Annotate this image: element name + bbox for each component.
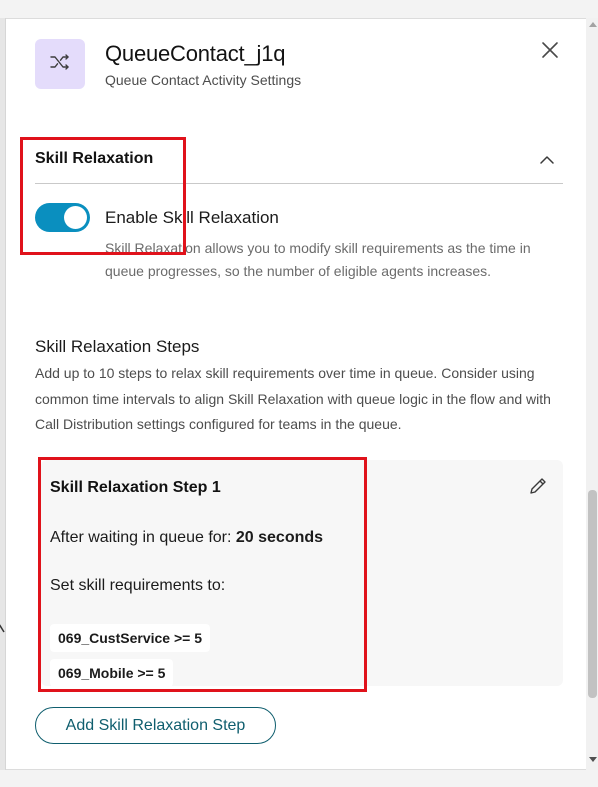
settings-panel: QueueContact_j1q Queue Contact Activity …	[6, 18, 586, 770]
scroll-down-arrow-icon[interactable]	[589, 757, 597, 762]
shuffle-icon	[48, 50, 72, 79]
activity-icon-tile	[35, 39, 85, 89]
enable-skill-relaxation-toggle[interactable]	[35, 203, 90, 232]
edit-step-button[interactable]	[527, 475, 549, 497]
steps-heading: Skill Relaxation Steps	[35, 337, 200, 356]
skill-requirement-tag: 069_CustService >= 5	[50, 624, 210, 652]
collapse-section-button[interactable]	[538, 153, 556, 167]
add-skill-relaxation-step-button[interactable]: Add Skill Relaxation Step	[35, 707, 276, 744]
scrollbar-thumb[interactable]	[588, 490, 597, 698]
wait-time-line: After waiting in queue for: 20 seconds	[50, 529, 323, 547]
skill-requirement-tag: 069_Mobile >= 5	[50, 659, 174, 687]
pencil-icon	[527, 478, 549, 501]
panel-title: QueueContact_j1q	[105, 41, 286, 66]
section-title-skill-relaxation: Skill Relaxation	[35, 150, 154, 167]
scroll-up-arrow-icon[interactable]	[589, 22, 597, 27]
steps-description: Add up to 10 steps to relax skill requir…	[35, 365, 551, 432]
step-title: Skill Relaxation Step 1	[50, 479, 221, 496]
toggle-help-text: Skill Relaxation allows you to modify sk…	[105, 240, 531, 279]
section-divider	[35, 183, 563, 184]
requirements-label: Set skill requirements to:	[50, 577, 226, 594]
wait-value: 20 seconds	[235, 529, 324, 546]
toggle-label: Enable Skill Relaxation	[105, 208, 279, 227]
skill-relaxation-step-card: Skill Relaxation Step 1 After waiting in…	[41, 460, 563, 687]
toggle-knob	[64, 206, 87, 229]
panel-subtitle: Queue Contact Activity Settings	[105, 72, 302, 88]
close-icon	[539, 42, 561, 65]
chevron-up-icon	[538, 154, 556, 171]
close-button[interactable]	[539, 39, 561, 61]
wait-label: After waiting in queue for:	[50, 529, 232, 546]
